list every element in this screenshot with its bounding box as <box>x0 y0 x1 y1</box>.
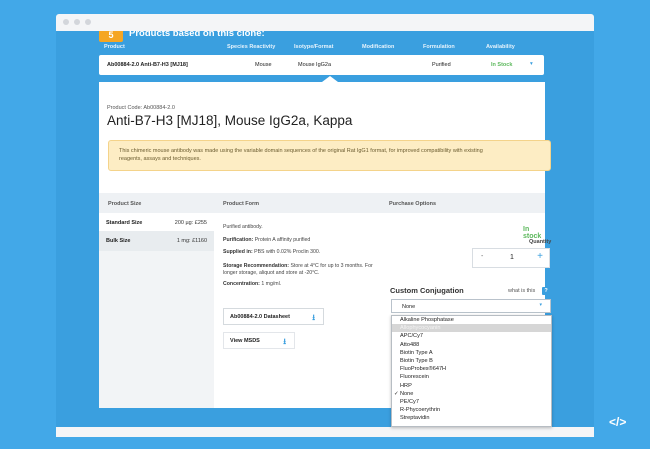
conjugation-option[interactable]: Streptavidin <box>392 414 551 422</box>
header-product-form: Product Form <box>223 201 260 207</box>
col-header-availability: Availability <box>486 44 515 50</box>
window-close-dot[interactable] <box>63 19 69 25</box>
code-logo-icon: </> <box>609 415 627 429</box>
clone-section-title: Products based on this clone: <box>129 31 265 39</box>
quantity-stepper[interactable]: - 1 + <box>472 248 550 268</box>
datasheet-button[interactable]: Ab00884-2.0 Datasheet ⭳ <box>223 308 324 325</box>
datasheet-label: Ab00884-2.0 Datasheet <box>230 314 290 320</box>
clone-count-badge: 5 <box>99 31 123 42</box>
notice-line-1: This chimeric mouse antibody was made us… <box>119 148 483 154</box>
conjugation-option[interactable]: FluoProbes®647H <box>392 365 551 373</box>
supplied-value: PBS with 0.02% Proclin 300. <box>252 249 321 255</box>
concentration-value: 1 mg/ml. <box>259 281 282 287</box>
download-icon: ⭳ <box>283 337 286 346</box>
col-header-modification: Modification <box>362 44 395 50</box>
conjugation-option[interactable]: Biotin Type B <box>392 357 551 365</box>
window-minimize-dot[interactable] <box>74 19 80 25</box>
chevron-down-icon: ▾ <box>539 302 542 308</box>
product-code: Product Code: Ab00884-2.0 <box>107 105 175 111</box>
page-bottom-strip <box>56 427 594 437</box>
conjugation-option-selected[interactable]: ✓ None <box>392 390 551 398</box>
col-header-formulation: Formulation <box>423 44 455 50</box>
quantity-label: Quantity <box>529 239 552 245</box>
window-maximize-dot[interactable] <box>85 19 91 25</box>
row-product-name[interactable]: Ab00884-2.0 Anti-B7-H3 [MJ18] <box>107 62 188 68</box>
browser-titlebar <box>56 14 594 31</box>
form-concentration: Concentration: 1 mg/ml. <box>223 281 388 288</box>
conjugation-option[interactable]: R-Phycoerythrin <box>392 406 551 414</box>
conjugation-option[interactable]: Atto488 <box>392 341 551 349</box>
conjugation-selected-value: None <box>402 303 416 310</box>
size-row-bulk[interactable]: Bulk Size 1 mg: £1160 <box>99 231 214 251</box>
supplied-label: Supplied in: <box>223 249 253 255</box>
quantity-decrement-button[interactable]: - <box>481 253 483 260</box>
msds-label: View MSDS <box>230 338 260 344</box>
download-icon: ⭳ <box>312 313 315 322</box>
conjugation-option[interactable]: APC/Cy7 <box>392 332 551 340</box>
size-name: Standard Size <box>106 220 143 226</box>
product-notice: This chimeric mouse antibody was made us… <box>108 140 551 171</box>
form-supplied: Supplied in: PBS with 0.02% Proclin 300. <box>223 249 388 256</box>
concentration-label: Concentration: <box>223 281 260 287</box>
conjugation-option-highlighted[interactable]: Allophycocyanin <box>392 324 551 333</box>
conjugation-option[interactable]: Biotin Type A <box>392 349 551 357</box>
chevron-down-icon[interactable]: ▾ <box>530 61 533 67</box>
col-header-product: Product <box>104 44 125 50</box>
notice-line-2: reagents, assays and techniques. <box>119 156 201 162</box>
quantity-increment-button[interactable]: + <box>537 251 543 262</box>
options-table-header: Product Size Product Form Purchase Optio… <box>99 193 545 213</box>
row-species: Mouse <box>255 62 272 68</box>
option-label: None <box>400 390 414 397</box>
form-purification: Purification: Protein A affinity purifie… <box>223 237 388 244</box>
size-column: Standard Size 200 µg: £255 Bulk Size 1 m… <box>99 213 214 408</box>
help-icon[interactable]: ? <box>542 287 550 295</box>
view-msds-button[interactable]: View MSDS ⭳ <box>223 332 295 349</box>
form-description: Purified antibody. <box>223 224 263 230</box>
conjugation-option[interactable]: Fluorescein <box>392 373 551 381</box>
header-product-size: Product Size <box>108 201 142 207</box>
storage-label: Storage Recommendation: <box>223 263 290 269</box>
col-header-species: Species Reactivity <box>227 44 276 50</box>
custom-conjugation-title: Custom Conjugation <box>390 286 464 295</box>
col-header-isotype: Isotype/Format <box>294 44 334 50</box>
what-is-this-label: what is this <box>508 288 536 294</box>
page-title: Anti-B7-H3 [MJ18], Mouse IgG2a, Kappa <box>107 113 353 128</box>
conjugation-option[interactable]: HRP <box>392 382 551 390</box>
size-price: 200 µg: £255 <box>174 220 207 226</box>
size-row-standard[interactable]: Standard Size 200 µg: £255 <box>99 213 214 233</box>
size-price: 1 mg: £1160 <box>176 238 207 244</box>
conjugation-option[interactable]: PE/Cy7 <box>392 398 551 406</box>
size-name: Bulk Size <box>106 238 131 244</box>
row-availability: In Stock <box>491 62 513 68</box>
clone-product-row[interactable]: Ab00884-2.0 Anti-B7-H3 [MJ18] Mouse Mous… <box>99 55 544 75</box>
form-storage: Storage Recommendation: Store at 4°C for… <box>223 263 388 277</box>
stock-status: In stock <box>523 226 542 240</box>
quantity-value[interactable]: 1 <box>510 254 514 261</box>
row-isotype: Mouse IgG2a <box>298 62 332 68</box>
purification-label: Purification: <box>223 237 254 243</box>
conjugation-dropdown-list[interactable]: Alkaline Phosphatase Allophycocyanin APC… <box>391 315 552 427</box>
purification-value: Protein A affinity purified <box>253 237 311 243</box>
conjugation-option[interactable]: Alkaline Phosphatase <box>392 316 551 324</box>
row-formulation: Purified <box>432 62 451 68</box>
checkmark-icon: ✓ <box>394 390 399 397</box>
header-purchase-options: Purchase Options <box>389 201 437 207</box>
conjugation-select[interactable]: None ▾ <box>391 299 551 313</box>
